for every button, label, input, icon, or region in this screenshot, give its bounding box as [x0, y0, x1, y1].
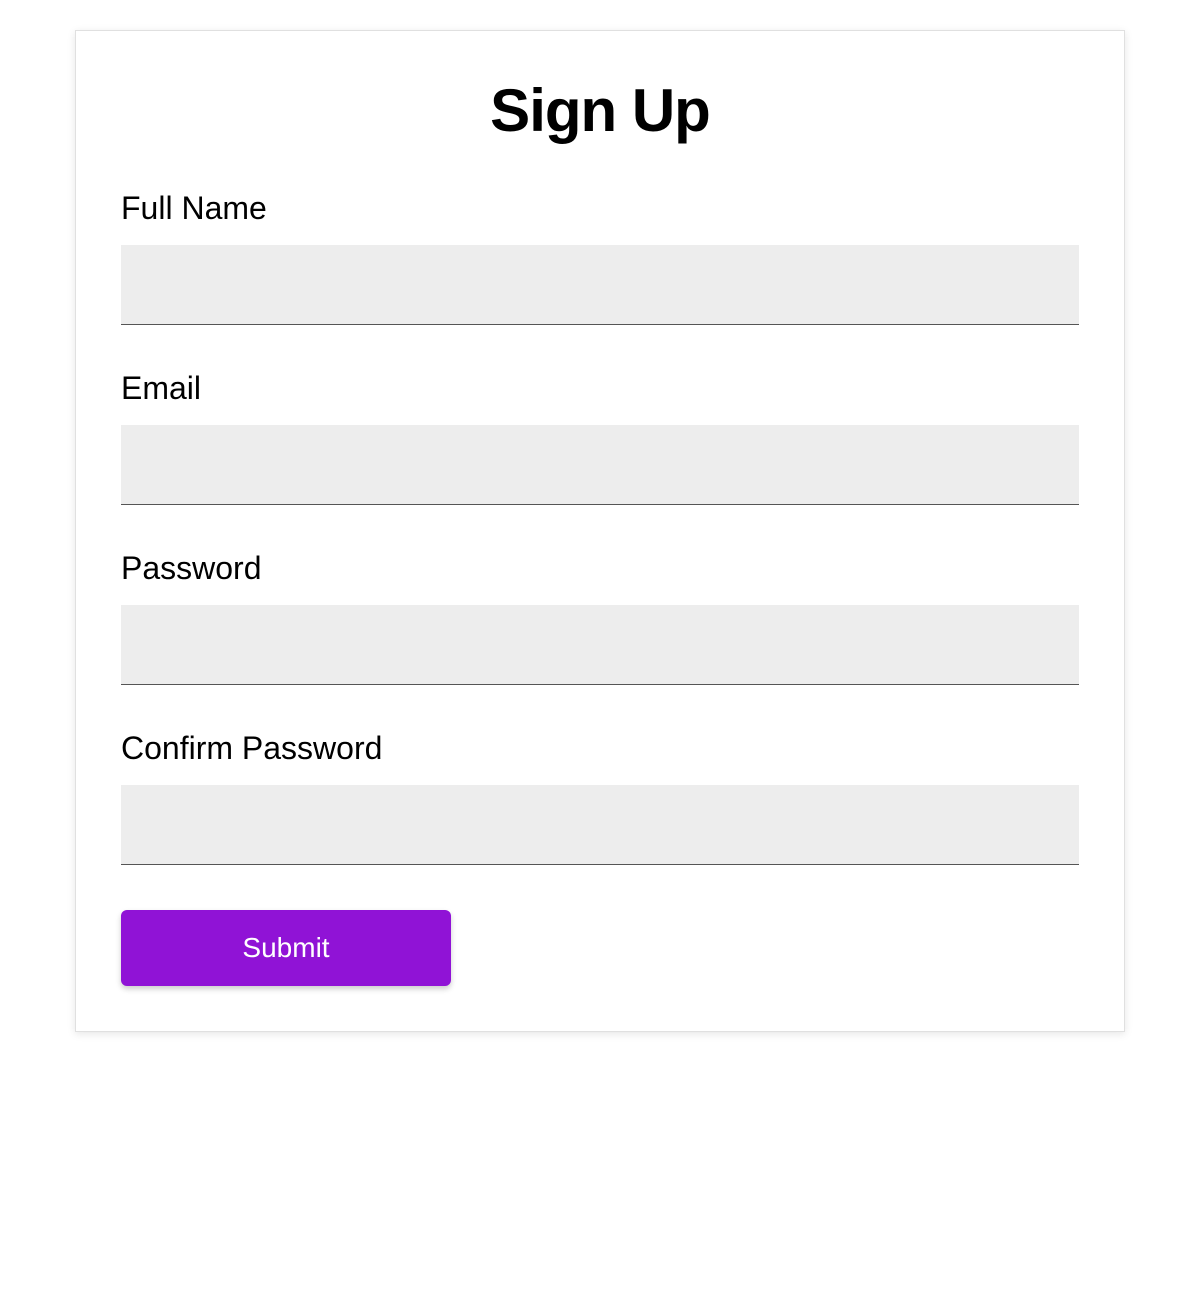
fullname-label: Full Name: [121, 190, 1079, 227]
password-label: Password: [121, 550, 1079, 587]
signup-card: Sign Up Full Name Email Password Confirm…: [75, 30, 1125, 1032]
confirm-password-label: Confirm Password: [121, 730, 1079, 767]
submit-button[interactable]: Submit: [121, 910, 451, 986]
page-title: Sign Up: [121, 76, 1079, 145]
fullname-input[interactable]: [121, 245, 1079, 325]
password-group: Password: [121, 550, 1079, 685]
email-label: Email: [121, 370, 1079, 407]
password-input[interactable]: [121, 605, 1079, 685]
confirm-password-input[interactable]: [121, 785, 1079, 865]
email-group: Email: [121, 370, 1079, 505]
confirm-password-group: Confirm Password: [121, 730, 1079, 865]
email-field[interactable]: [121, 425, 1079, 505]
fullname-group: Full Name: [121, 190, 1079, 325]
signup-form: Full Name Email Password Confirm Passwor…: [121, 190, 1079, 986]
